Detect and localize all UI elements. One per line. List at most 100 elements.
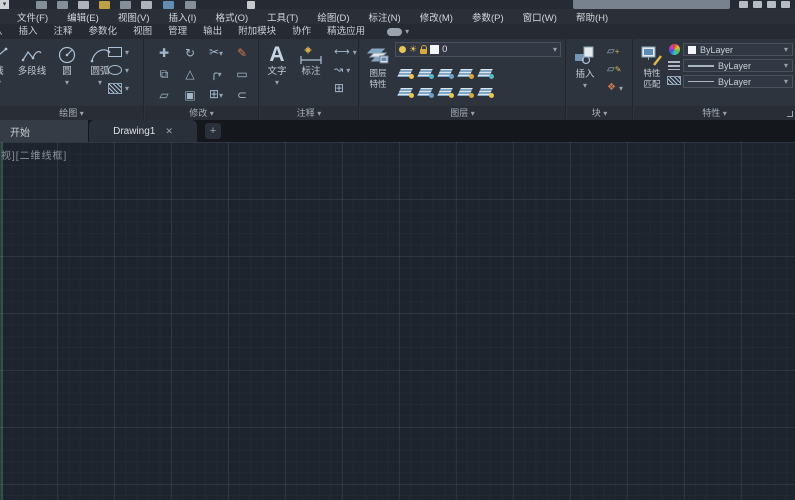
tab-addins[interactable]: 附加模块 [230, 24, 284, 39]
layer-isolate-button[interactable] [418, 68, 433, 78]
panel-properties-footer[interactable]: 特性 ▾ [634, 106, 795, 120]
layer-dropdown[interactable]: ☀ 0 ▾ [395, 42, 561, 57]
table-button[interactable]: ⊞ [334, 79, 357, 97]
match-properties-button[interactable]: 特性 匹配 [636, 40, 668, 89]
linear-dimension-button[interactable]: ⟷▾ [334, 43, 357, 61]
search-icon[interactable] [739, 1, 748, 8]
dialog-launcher-icon[interactable] [787, 111, 793, 117]
linetype-list-icon[interactable] [667, 76, 681, 85]
app-menu-button[interactable]: ▾ [0, 0, 9, 9]
erase-button[interactable]: ✎ [237, 46, 247, 60]
tab-annotate[interactable]: 注释 [46, 24, 81, 39]
panel-annotate-footer[interactable]: 注释 ▾ [260, 106, 358, 120]
start-tab[interactable]: 开始 [0, 120, 89, 142]
array-button[interactable]: ⊞▾ [209, 87, 223, 103]
layer-off-button[interactable] [398, 68, 413, 78]
polyline-button[interactable]: 多段线 [12, 39, 52, 87]
menu-file[interactable]: 文件(F) [17, 10, 48, 24]
panel-draw-footer[interactable]: 绘图 ▾ [0, 106, 143, 120]
layer-color-swatch [430, 45, 439, 54]
panel-layers-footer[interactable]: 图层 ▾ [360, 106, 565, 120]
rectangle-button[interactable]: ▾ [108, 43, 129, 61]
close-icon[interactable]: ✕ [165, 126, 173, 137]
saveas-icon[interactable] [99, 1, 110, 9]
layer-lock-button[interactable] [458, 68, 473, 78]
trim-button[interactable]: ✂▾ [209, 45, 223, 61]
linetype-dropdown[interactable]: ByLayer ▾ [683, 75, 793, 88]
layer-match-button[interactable] [418, 87, 433, 97]
redo-icon[interactable] [163, 1, 174, 9]
layer-walk-button[interactable] [478, 87, 493, 97]
save-icon[interactable] [78, 1, 89, 9]
panel-modify-footer[interactable]: 修改 ▾ [145, 106, 258, 120]
explode-button[interactable]: ▭ [236, 67, 247, 81]
search-input[interactable] [573, 0, 730, 9]
text-button[interactable]: A 文字 ▾ [262, 39, 292, 87]
tab-view[interactable]: 视图 [125, 24, 160, 39]
insert-block-button[interactable]: 插入 ▾ [569, 40, 601, 90]
viewport-controls[interactable]: 视][二维线框] [1, 147, 67, 162]
hatch-button[interactable]: ▾ [108, 79, 129, 97]
new-icon[interactable] [36, 1, 47, 9]
menu-window[interactable]: 窗口(W) [523, 10, 557, 24]
menu-help[interactable]: 帮助(H) [576, 10, 608, 24]
move-button[interactable]: ✚ [159, 46, 169, 60]
ribbon-tab-bar: 认 插入 注释 参数化 视图 管理 输出 附加模块 协作 精选应用 ▾ [0, 24, 795, 39]
workspace-icon[interactable] [185, 1, 196, 9]
account-icon[interactable] [753, 1, 762, 8]
layer-properties-button[interactable]: 图层 特性 [363, 40, 393, 89]
layer-unlock-button[interactable] [458, 87, 473, 97]
dimension-button[interactable]: 标注 [292, 39, 330, 87]
circle-button[interactable]: 圆 ▾ [52, 39, 82, 87]
ribbon-toggle-icon [387, 28, 402, 36]
open-icon[interactable] [57, 1, 68, 9]
color-wheel-icon[interactable] [669, 44, 680, 55]
lineweight-dropdown[interactable]: ByLayer ▾ [683, 59, 793, 72]
create-block-button[interactable]: ▱+ [607, 43, 623, 61]
help-icon[interactable] [767, 1, 776, 8]
line-button[interactable]: 线 ▾ [0, 39, 12, 87]
menu-modify[interactable]: 修改(M) [420, 10, 453, 24]
menu-edit[interactable]: 编辑(E) [67, 10, 99, 24]
new-drawing-button[interactable]: + [205, 123, 221, 139]
mirror-button[interactable]: △ [185, 67, 194, 81]
leader-button[interactable]: ↝▾ [334, 61, 357, 79]
edit-block-button[interactable]: ▱✎ [607, 61, 623, 79]
menu-dimension[interactable]: 标注(N) [369, 10, 401, 24]
panel-block-footer[interactable]: 块 ▾ [567, 106, 632, 120]
teal-badge-icon [429, 74, 434, 79]
stretch-button[interactable]: ▱ [159, 88, 168, 102]
menu-format[interactable]: 格式(O) [215, 10, 248, 24]
plot-icon[interactable] [120, 1, 131, 9]
menu-tools[interactable]: 工具(T) [267, 10, 298, 24]
menu-insert[interactable]: 插入(I) [168, 10, 196, 24]
ellipse-button[interactable]: ▾ [108, 61, 129, 79]
menu-draw[interactable]: 绘图(D) [317, 10, 349, 24]
fillet-button[interactable]: ╭▾ [210, 66, 221, 82]
drawing-canvas[interactable]: 视][二维线框] 搜狐号@测绘 AI 树叶云 [0, 142, 795, 500]
tab-collaborate[interactable]: 协作 [284, 24, 319, 39]
lineweight-list-icon[interactable] [668, 61, 680, 70]
menu-parametric[interactable]: 参数(P) [472, 10, 504, 24]
layer-thaw-all-button[interactable] [438, 87, 453, 97]
drawing1-tab[interactable]: Drawing1 ✕ [89, 120, 197, 142]
rotate-button[interactable]: ↻ [185, 46, 195, 60]
layer-states-button[interactable] [478, 68, 493, 78]
color-dropdown[interactable]: ByLayer ▾ [683, 43, 793, 56]
layer-on-all-button[interactable] [398, 87, 413, 97]
copy-button[interactable]: ⧉ [160, 67, 169, 81]
tab-output[interactable]: 输出 [195, 24, 230, 39]
layer-freeze-button[interactable] [438, 68, 453, 78]
undo-icon[interactable] [141, 1, 152, 9]
tab-insert[interactable]: 插入 [11, 24, 46, 39]
minimize-icon[interactable] [781, 1, 790, 8]
tab-manage[interactable]: 管理 [160, 24, 195, 39]
tab-featured-apps[interactable]: 精选应用 [319, 24, 373, 39]
scale-button[interactable]: ▣ [184, 88, 195, 102]
block-attributes-button[interactable]: ❖▾ [607, 79, 623, 97]
ribbon-display-toggle[interactable]: ▾ [387, 27, 409, 36]
menu-view[interactable]: 视图(V) [118, 10, 150, 24]
tab-home[interactable]: 认 [0, 24, 11, 39]
offset-button[interactable]: ⊂ [237, 88, 247, 102]
tab-parametric[interactable]: 参数化 [81, 24, 126, 39]
